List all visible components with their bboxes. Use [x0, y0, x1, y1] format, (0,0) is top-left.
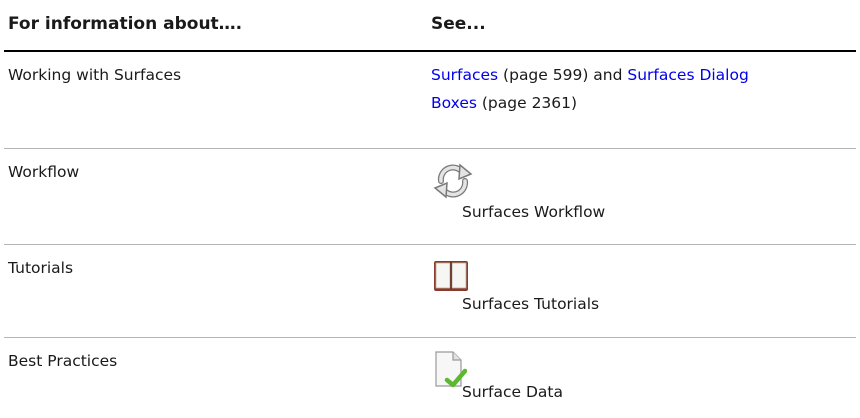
- surfaces-dialog-link-part2[interactable]: Boxes: [431, 94, 477, 112]
- table-row: Tutorials Surfaces Tutorials: [4, 245, 856, 338]
- surfaces-tutorials-link[interactable]: Surfaces Tutorials: [462, 295, 599, 313]
- surfaces-workflow-link[interactable]: Surfaces Workflow: [462, 203, 605, 221]
- table-row: Workflow Surfaces Workflow: [4, 149, 856, 245]
- book-icon[interactable]: [433, 258, 469, 298]
- header-col-see: See...: [431, 14, 486, 34]
- surface-data-link[interactable]: Surface Data: [462, 383, 563, 401]
- reference-table: For information about…. See... Working w…: [4, 0, 856, 418]
- table-header: For information about…. See...: [4, 0, 856, 52]
- row-topic: Working with Surfaces: [8, 66, 182, 84]
- surfaces-link[interactable]: Surfaces: [431, 66, 498, 84]
- row-topic: Tutorials: [8, 259, 74, 277]
- surfaces-dialog-link-part1[interactable]: Surfaces Dialog: [627, 66, 748, 84]
- page-ref-text-2: (page 2361): [476, 94, 578, 112]
- row-reference: Surfaces (page 599) and Surfaces Dialog B…: [431, 61, 831, 117]
- header-col-topic: For information about….: [8, 14, 243, 34]
- table-row: Working with Surfaces Surfaces (page 599…: [4, 52, 856, 149]
- row-topic: Workflow: [8, 163, 80, 181]
- row-topic: Best Practices: [8, 352, 118, 370]
- workflow-cycle-icon[interactable]: [431, 159, 475, 207]
- page-ref-text: (page 599) and: [498, 66, 628, 84]
- table-row: Best Practices Surface Data: [4, 338, 856, 418]
